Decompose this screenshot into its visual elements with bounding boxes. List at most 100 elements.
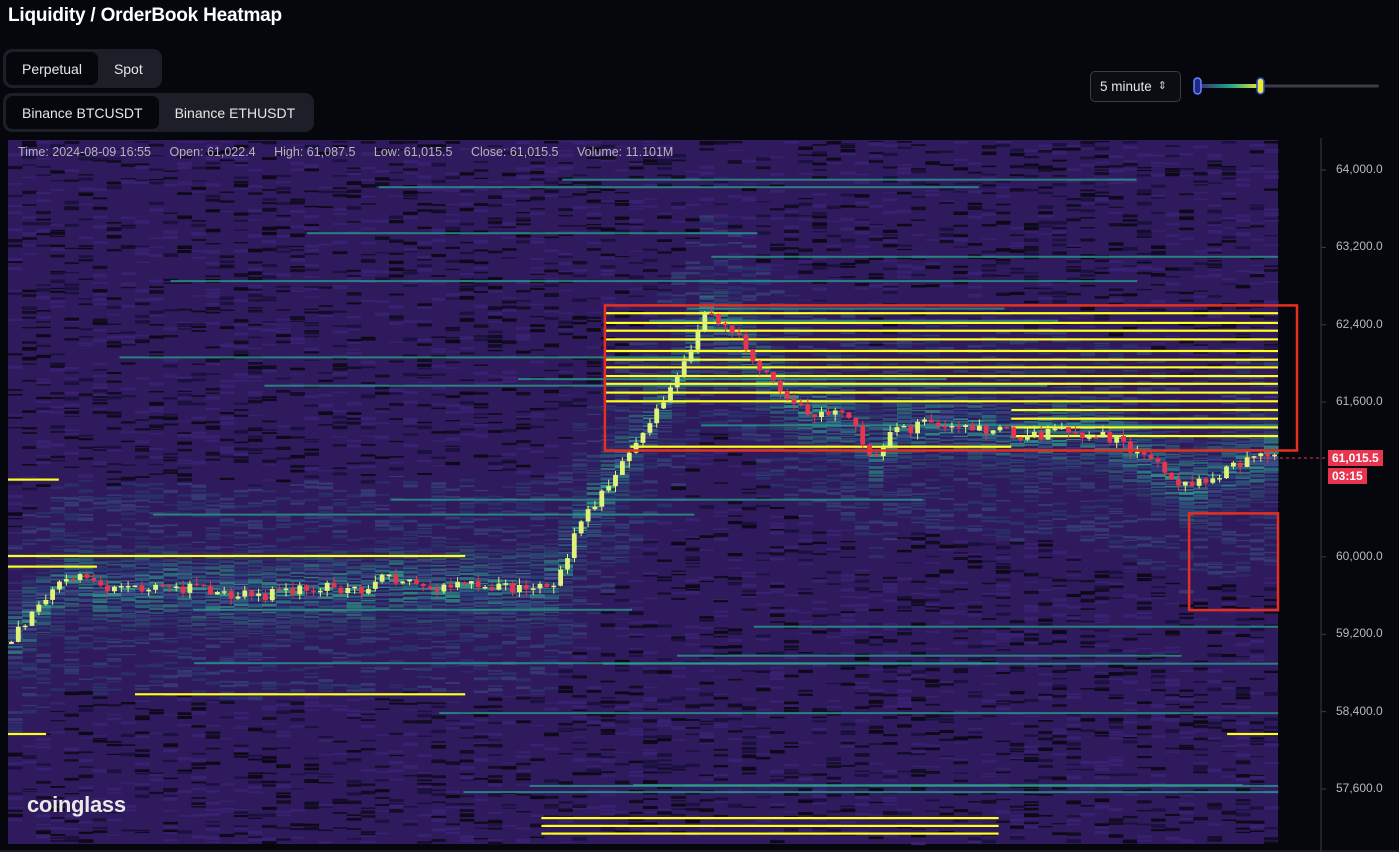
heatmap-cell [135, 604, 150, 609]
heatmap-cell [389, 646, 404, 651]
heatmap-cell [262, 548, 277, 551]
heatmap-cell [798, 458, 813, 460]
heatmap-cell [417, 570, 432, 574]
heatmap-cell [671, 587, 686, 589]
heatmap-cell [600, 520, 616, 522]
heatmap-cell [487, 779, 503, 784]
heatmap-cell [360, 254, 376, 256]
heatmap-cell [233, 842, 249, 844]
heatmap-cell [22, 704, 37, 707]
heatmap-cell [657, 576, 672, 579]
heatmap-cell [78, 446, 94, 449]
heatmap-cell [600, 238, 616, 242]
heatmap-cell [699, 268, 715, 270]
interval-select[interactable]: 5 minute ⇕ [1090, 71, 1181, 102]
heatmap-cell [92, 640, 108, 642]
heatmap-cell [431, 759, 446, 764]
heatmap-cell [262, 611, 277, 614]
heatmap-cell [346, 439, 362, 443]
heatmap-cell [403, 185, 418, 187]
heatmap-cell [755, 225, 771, 227]
heatmap-cell [318, 495, 334, 497]
heatmap-cell [784, 457, 799, 461]
heatmap-cell [445, 831, 461, 835]
heatmap-cell [403, 820, 418, 822]
heatmap-cell [78, 705, 94, 708]
heatmap-cell [699, 723, 715, 725]
heatmap-cell [586, 714, 602, 716]
heatmap-cell [741, 183, 757, 185]
tab-binance-btcusdt[interactable]: Binance BTCUSDT [6, 96, 159, 129]
heatmap-cell [332, 190, 348, 193]
heatmap-cell [755, 552, 771, 555]
heatmap-cell [501, 459, 517, 461]
heatmap-cell [784, 709, 799, 713]
heatmap-cell [332, 159, 348, 163]
heatmap-cell [671, 803, 686, 807]
heatmap-cell [389, 418, 404, 420]
heatmap-threshold-slider[interactable] [1193, 76, 1379, 96]
heatmap-cell [544, 614, 559, 616]
heatmap-cell [177, 397, 192, 400]
heatmap-cell [473, 664, 489, 667]
heatmap-cell [445, 564, 461, 566]
heatmap-cell [403, 560, 418, 563]
heatmap-cell [487, 688, 503, 692]
heatmap-cell [219, 680, 235, 683]
heatmap-cell [219, 783, 235, 786]
heatmap-cell [671, 175, 686, 179]
heatmap-cell [8, 724, 23, 727]
heatmap-cell [600, 556, 616, 560]
heatmap-cell [233, 574, 249, 577]
heatmap-cell [64, 179, 80, 182]
heatmap-cell [346, 792, 362, 796]
heatmap-cell [445, 188, 461, 192]
heatmap-cell [516, 646, 531, 649]
slider-min-handle[interactable] [1193, 77, 1202, 95]
heatmap-cell [78, 192, 94, 196]
heatmap-cell [135, 141, 150, 143]
heatmap-cell [431, 565, 446, 567]
tab-perpetual[interactable]: Perpetual [6, 52, 98, 85]
heatmap-cell [135, 829, 150, 831]
heatmap-cell [304, 546, 319, 548]
heatmap-cell [812, 193, 827, 196]
heatmap-cell [177, 467, 192, 469]
heatmap-cell [558, 465, 573, 468]
heatmap-cell [276, 620, 291, 625]
heatmap-cell [699, 403, 715, 405]
heatmap-cell [360, 558, 376, 561]
heatmap-cell [304, 567, 319, 571]
heatmap-cell [431, 275, 446, 277]
heatmap-cell [389, 293, 404, 296]
heatmap-cell [572, 596, 588, 598]
heatmap-cell [191, 616, 207, 619]
heatmap-cell [346, 401, 362, 406]
heatmap-cell [685, 763, 700, 768]
heatmap-cell [120, 482, 136, 485]
heatmap-cell [205, 595, 221, 599]
heatmap-cell [798, 777, 813, 781]
heatmap-cell [727, 298, 743, 300]
heatmap-cell [346, 638, 362, 641]
heatmap-cell [770, 403, 785, 405]
heatmap-cell [826, 433, 842, 435]
heatmap-cell [50, 527, 65, 530]
heatmap-cell [614, 811, 630, 813]
heatmap-cell [459, 347, 475, 350]
heatmap-cell [445, 351, 461, 353]
heatmap-cell [8, 677, 23, 680]
slider-max-handle[interactable] [1256, 77, 1265, 95]
heatmap-cell [784, 204, 799, 209]
heatmap-cell [276, 318, 291, 321]
heatmap-cell [699, 720, 715, 722]
heatmap-cell [163, 327, 178, 331]
heatmap-cell [699, 633, 715, 636]
heatmap-cell [22, 164, 37, 166]
heatmap-cell [643, 205, 658, 208]
tab-spot[interactable]: Spot [98, 52, 159, 85]
heatmap-cell [78, 612, 94, 614]
heatmap-cell [812, 608, 827, 611]
heatmap-cell [516, 569, 531, 572]
tab-binance-ethusdt[interactable]: Binance ETHUSDT [159, 96, 312, 129]
